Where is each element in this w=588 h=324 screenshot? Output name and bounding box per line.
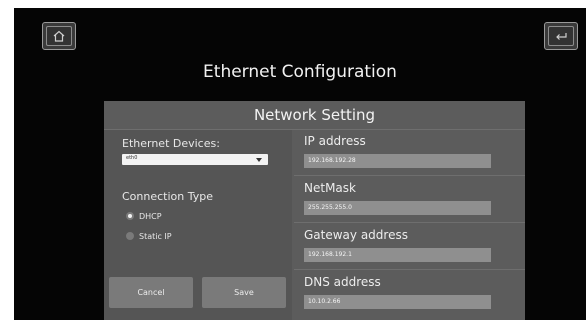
radio-dhcp-label: DHCP <box>139 211 162 221</box>
gateway-address-input[interactable]: 192.168.192.1 <box>304 248 491 262</box>
ip-address-block: IP address 192.168.192.28 <box>294 130 525 176</box>
cancel-button[interactable]: Cancel <box>109 277 193 308</box>
connection-type-label: Connection Type <box>122 190 214 203</box>
radio-unselected-icon <box>126 232 134 240</box>
back-button[interactable] <box>544 22 578 50</box>
gateway-address-block: Gateway address 192.168.192.1 <box>294 224 525 270</box>
home-button[interactable] <box>42 22 76 50</box>
ip-address-label: IP address <box>304 134 366 148</box>
radio-selected-icon <box>126 212 134 220</box>
panel-title: Network Setting <box>104 101 525 130</box>
chevron-down-icon <box>256 158 262 162</box>
radio-static-ip[interactable]: Static IP <box>126 230 172 242</box>
dns-address-input[interactable]: 10.10.2.66 <box>304 295 491 309</box>
home-icon-frame <box>46 26 72 46</box>
netmask-block: NetMask 255.255.255.0 <box>294 177 525 223</box>
back-icon-frame <box>548 26 574 46</box>
ethernet-devices-label: Ethernet Devices: <box>122 137 220 150</box>
save-button[interactable]: Save <box>202 277 286 308</box>
return-arrow-icon <box>556 33 567 40</box>
netmask-input[interactable]: 255.255.255.0 <box>304 201 491 215</box>
device-settings-column: Ethernet Devices: eth0 Connection Type D… <box>104 130 292 320</box>
device-screen: Ethernet Configuration Network Setting E… <box>14 8 586 320</box>
ethernet-device-value: eth0 <box>126 155 138 161</box>
gateway-address-label: Gateway address <box>304 228 408 242</box>
netmask-label: NetMask <box>304 181 356 195</box>
network-setting-panel: Network Setting Ethernet Devices: eth0 C… <box>104 101 525 320</box>
radio-dhcp[interactable]: DHCP <box>126 210 162 222</box>
ip-address-input[interactable]: 192.168.192.28 <box>304 154 491 168</box>
ethernet-device-select[interactable]: eth0 <box>122 154 268 165</box>
dns-address-label: DNS address <box>304 275 381 289</box>
radio-static-ip-label: Static IP <box>139 231 172 241</box>
page-title: Ethernet Configuration <box>203 62 397 82</box>
address-fields-column: IP address 192.168.192.28 NetMask 255.25… <box>294 130 525 320</box>
dns-address-block: DNS address 10.10.2.66 <box>294 271 525 317</box>
home-icon <box>53 30 65 42</box>
